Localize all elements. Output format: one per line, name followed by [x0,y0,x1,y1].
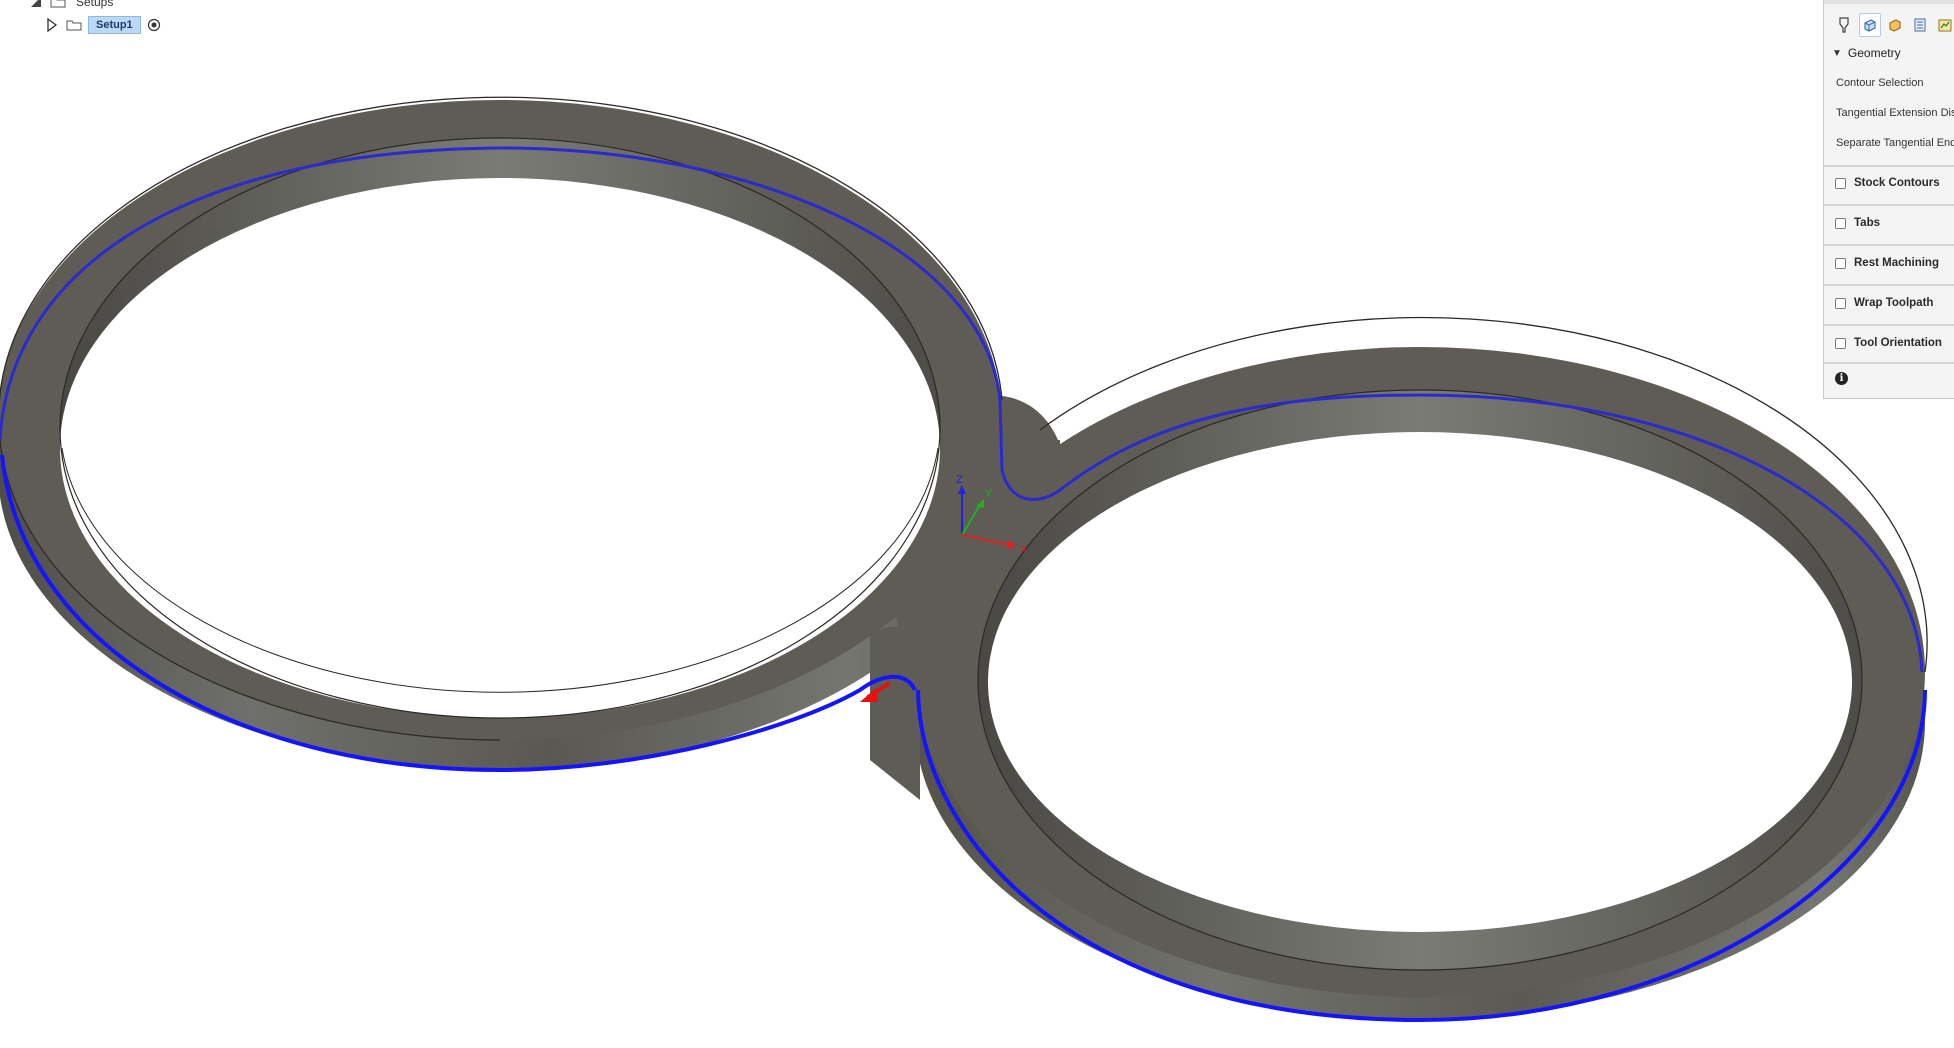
rest-machining-label: Rest Machining [1854,257,1939,269]
info-icon[interactable]: i [1835,372,1848,385]
tabs-section[interactable]: Tabs [1835,217,1880,229]
axis-y-label: Y [985,488,993,500]
axis-z-label: Z [956,474,963,486]
section-divider [1824,362,1954,364]
folder-icon [50,0,66,8]
axis-x-label: X [1020,544,1028,556]
tabs-checkbox[interactable] [1835,217,1846,229]
collapse-arrow-icon[interactable]: ▼ [1832,48,1842,59]
section-divider [1824,204,1954,206]
expand-triangle-icon[interactable] [46,18,58,32]
stock-contours-checkbox[interactable] [1835,177,1846,189]
linking-tab-icon[interactable] [1934,14,1954,36]
passes-tab-icon[interactable] [1910,14,1931,36]
section-divider [1824,244,1954,246]
operation-properties-panel: ▼ Geometry Contour Selection Tangential … [1823,0,1954,399]
tool-tab-icon[interactable] [1834,14,1855,36]
rest-machining-section[interactable]: Rest Machining [1835,257,1939,269]
tool-orientation-section[interactable]: Tool Orientation [1835,337,1942,349]
wrap-toolpath-checkbox[interactable] [1835,297,1846,309]
browser-setups-row[interactable]: Setups [30,0,113,10]
panel-title-strip [1824,0,1954,4]
contour-selection-row[interactable]: Contour Selection [1836,77,1923,89]
section-divider [1824,324,1954,326]
stock-contours-section[interactable]: Stock Contours [1835,177,1940,189]
geometry-section-header[interactable]: ▼ Geometry [1832,46,1901,60]
wrap-toolpath-label: Wrap Toolpath [1854,297,1934,309]
collapse-triangle-icon[interactable] [30,0,42,8]
browser-setup1-row[interactable]: Setup1 [46,16,161,34]
folder-icon [66,19,82,31]
heights-tab-icon[interactable] [1885,14,1906,36]
section-divider [1824,165,1954,167]
active-setup-radio-icon[interactable] [147,18,161,32]
tabs-label: Tabs [1854,217,1880,229]
setup1-label[interactable]: Setup1 [88,16,141,34]
separate-tangential-end-row[interactable]: Separate Tangential End [1836,137,1954,149]
left-ring-hole [59,137,941,719]
tool-orientation-label: Tool Orientation [1854,337,1942,349]
stock-contours-label: Stock Contours [1854,177,1940,189]
rest-machining-checkbox[interactable] [1835,257,1846,269]
tangential-extension-distance-row[interactable]: Tangential Extension Dist [1836,107,1954,119]
section-divider [1824,284,1954,286]
3d-viewport[interactable]: Z Y X [0,0,1954,1048]
geometry-tab-icon[interactable] [1858,13,1882,37]
panel-tabs [1824,12,1954,38]
wrap-toolpath-section[interactable]: Wrap Toolpath [1835,297,1933,309]
geometry-section-label: Geometry [1847,46,1901,60]
setups-label: Setups [76,0,114,9]
tool-orientation-checkbox[interactable] [1835,337,1846,349]
right-ring-hole [977,389,1863,971]
